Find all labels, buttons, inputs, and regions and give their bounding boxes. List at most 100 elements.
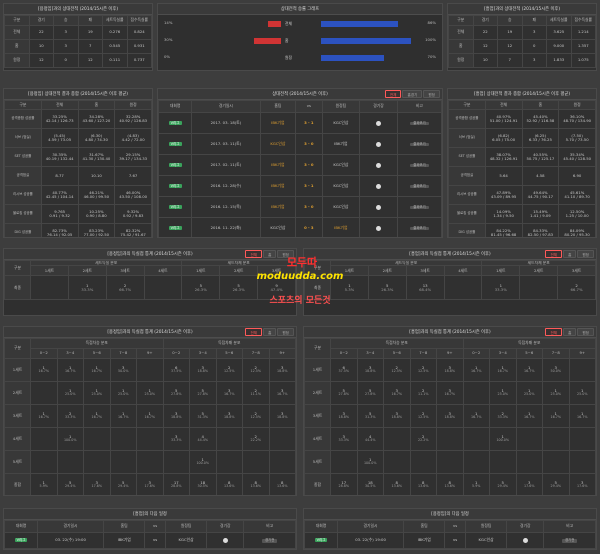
stat-pct: 66.7%: [119, 286, 132, 292]
table-cell: 84.33% 82.50 / 97.83: [521, 223, 560, 237]
stat-pct: 16.7%: [38, 369, 49, 374]
stat-pct: 31.3%: [365, 415, 376, 420]
table-cell: 12: [472, 39, 498, 54]
result-button[interactable]: 결과보기: [410, 226, 429, 231]
column-header: 승: [497, 15, 523, 26]
stat-cell: 1 16.7%: [136, 404, 164, 428]
result-button[interactable]: 결과보기: [410, 163, 429, 168]
stat-cell: 1 100.0%: [56, 427, 84, 451]
tab-1[interactable]: 홈: [563, 250, 577, 258]
tab-0[interactable]: 전체: [545, 328, 563, 336]
vs-cell: vs: [144, 532, 166, 549]
tab-2[interactable]: 원정: [577, 250, 594, 258]
right-next-panel: [용정임]의 다음 일정 대회명 경기일시 홈팀 vs 원정팀 경기장 비고 V리그 03. 2…: [303, 508, 597, 550]
tab-2[interactable]: 원정: [277, 328, 294, 336]
league-badge[interactable]: V리그: [168, 225, 182, 230]
tab-0[interactable]: 전체: [545, 250, 563, 258]
note-cell: 결과보기: [396, 217, 442, 237]
league-badge[interactable]: V리그: [14, 538, 28, 543]
table-cell: 33.25% 42.14 / 126.73: [40, 109, 79, 129]
column-header: 경기장: [506, 520, 545, 533]
table-row: 3세트 1 16.7% 2 33.3% 1 16.7% 1 16.7% 1 16.7% 3 18.8% 5…: [4, 404, 296, 428]
result-button[interactable]: 결과보기: [410, 121, 429, 126]
stat-cell: 8 13.6%: [215, 473, 243, 495]
table-cell: 7.67: [114, 166, 152, 186]
table-cell: 0: [521, 39, 547, 54]
tab-0[interactable]: 전체: [245, 328, 263, 336]
stat-cell: 1 16.7%: [30, 358, 58, 382]
column-header: 7~8: [409, 348, 437, 359]
stat-pct: 11.1%: [418, 392, 429, 397]
table-cell: 22: [472, 25, 498, 40]
table-row: 4세트 1 100.0% 3 33.3% 4 44.4% 2 22.2%: [4, 427, 296, 451]
tab-1[interactable]: 홈: [263, 328, 277, 336]
stat-cell: 2 12.5%: [383, 358, 411, 382]
stat-pct: 12.5%: [250, 369, 261, 374]
result-button[interactable]: 결과보기: [410, 184, 429, 189]
table-cell: 1.214: [570, 25, 596, 40]
tab-0[interactable]: 전체: [245, 250, 263, 258]
stat-cell: [136, 358, 164, 382]
table-cell: 14.09% 1.34 / 9.50: [484, 204, 523, 224]
table-cell: 19: [77, 25, 103, 40]
tab-1[interactable]: 홈경기: [402, 90, 423, 98]
league-badge[interactable]: V리그: [168, 183, 182, 188]
column-header: 2세트: [67, 265, 107, 277]
status-button[interactable]: 경기전: [261, 538, 278, 543]
league-badge[interactable]: V리그: [168, 141, 182, 146]
league-badge[interactable]: V리그: [168, 120, 182, 125]
column-header: 7~8: [109, 348, 137, 359]
stat-cell: 5 29.4%: [109, 473, 137, 495]
stat-cell: 2 11.1%: [242, 381, 270, 405]
stat-cell: 3 16.7%: [268, 381, 296, 405]
stat-cell: [242, 450, 270, 474]
table-row: 공격종합 성공률 40.97% 51.00 / 124.91 45.40% 52.9…: [448, 109, 596, 129]
stat-cell: [30, 275, 69, 301]
note-cell: 결과보기: [396, 133, 442, 155]
table-row: 블로킹 성공률 9.765 0.91 / 9.32 10.25% 0.90 / 8.…: [4, 204, 152, 224]
column-header: 패: [77, 15, 103, 26]
stat-pct: 16.7%: [144, 415, 155, 420]
away-team-cell: KGC인삼: [321, 175, 361, 197]
table-cell: 블로킹 성공률: [448, 204, 486, 224]
stat-cell: 3 17.6%: [515, 473, 543, 495]
tab-0[interactable]: 전체: [384, 90, 402, 98]
table-row: 종합 1 5.9% 5 29.4% 3 17.6% 5 29.4% 3 17.6% 17 28.8% 18…: [4, 473, 296, 495]
stat-pct: 100.0%: [363, 461, 377, 466]
table-cell: 공격종합 성공률: [448, 109, 486, 129]
stat-cell: [143, 275, 183, 301]
result-button[interactable]: 결과보기: [410, 142, 429, 147]
league-badge[interactable]: V리그: [168, 204, 182, 209]
league-badge[interactable]: V리그: [168, 162, 182, 167]
away-team-cell: KGC인삼: [321, 112, 361, 134]
stat-pct: 18.8%: [277, 415, 288, 420]
stat-cell: 1 25.0%: [542, 381, 570, 405]
table-cell: 홈: [4, 39, 30, 54]
stat-cell: [515, 450, 543, 474]
result-button[interactable]: 결과보기: [410, 205, 429, 210]
home-team-cell: IBK기업: [403, 532, 446, 549]
league-badge[interactable]: V리그: [314, 538, 328, 543]
left-winrate-bar: [254, 38, 281, 44]
row-label: 최종: [4, 275, 31, 301]
stadium-cell: [359, 112, 398, 134]
column-header: 5~6: [83, 348, 111, 359]
stat-pct: 16.7%: [524, 369, 535, 374]
tab-2[interactable]: 원정: [423, 90, 440, 98]
stat-cell: 5 29.4%: [489, 473, 517, 495]
watermark-line1: 모두따: [286, 256, 318, 269]
column-header: 경기일시: [37, 520, 105, 533]
left-next-table: 대회명 경기일시 홈팀 vs 원정팀 경기장 비고 V리그 03. 22(수) 19:00 IBK…: [4, 520, 296, 549]
table-row: SET 성공률 38.07% 48.32 / 126.91 40.55% 50.75…: [448, 147, 596, 167]
stat-cell: [215, 427, 243, 451]
tab-1[interactable]: 홈: [563, 328, 577, 336]
table-row: V리그 2016. 12. 28(수) IBK기업 3 - 1 KGC인삼 결과보기: [158, 175, 442, 197]
stat-cell: 3 18.8%: [436, 404, 464, 428]
tab-2[interactable]: 원정: [577, 328, 594, 336]
away-team-cell: KGC인삼: [164, 532, 208, 549]
table-row: 2세트 5 27.8% 5 27.8% 3 16.7% 2 11.1% 3 16.7% 1 25.0% 1…: [304, 381, 596, 405]
league-cell: V리그: [4, 532, 39, 549]
status-button[interactable]: 경기전: [561, 538, 578, 543]
left-score-diff-table: 구분 득점차승 분포 득점차패 분포 0~2 3~4 5~6 7~8 9+ 0~2 3~4 5~6 7…: [4, 338, 296, 495]
stat-cell: [409, 450, 437, 474]
